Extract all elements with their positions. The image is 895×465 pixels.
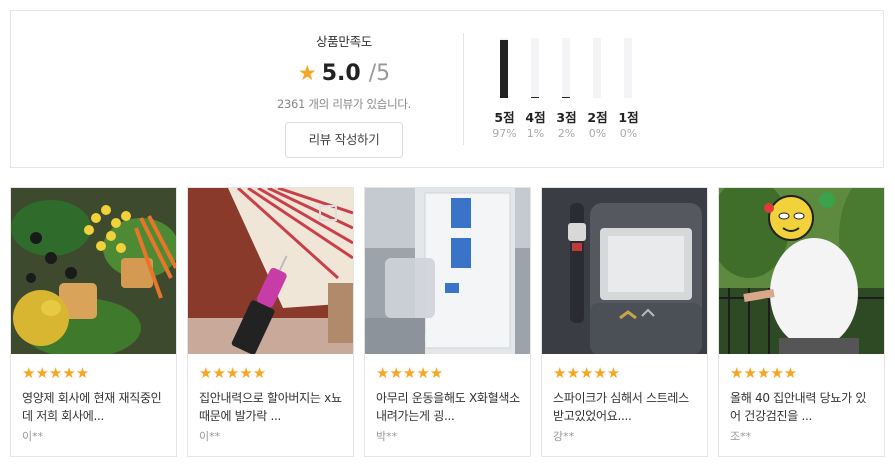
review-text: 영양제 회사에 현재 재직중인데 저희 회사에... — [22, 391, 162, 423]
reviewer-name: 이** — [199, 430, 221, 443]
rating-row-4: 4점 1% — [520, 35, 551, 149]
rating-label: 3점 — [556, 110, 577, 125]
rating-row-1: 1점 0% — [613, 35, 644, 149]
max-score: /5 — [368, 60, 391, 86]
average-score: 5.0 — [321, 60, 361, 86]
review-stars: ★★★★★ — [22, 364, 90, 382]
review-text: 스파이크가 심해서 스트레스 받고있었어요.... — [553, 391, 689, 423]
rating-bar-track — [624, 38, 632, 98]
satisfaction-title: 상품만족도 — [315, 34, 372, 49]
rating-bar-track — [593, 38, 601, 98]
rating-bar-fill — [500, 40, 508, 98]
write-review-button[interactable]: 리뷰 작성하기 — [285, 122, 403, 158]
review-text: 집안내력으로 할아버지는 x뇨때문에 발가락 ... — [199, 391, 342, 423]
reviewer-name: 박** — [376, 430, 398, 443]
review-photo-glucose-meter[interactable] — [542, 188, 707, 354]
review-card[interactable]: ★★★★★ 집안내력으로 할아버지는 x뇨때문에 발가락 ... 이** — [187, 187, 354, 457]
rating-label: 1점 — [618, 110, 639, 125]
rating-row-5: 5점 97% — [489, 35, 520, 149]
rating-percent: 97% — [492, 127, 517, 140]
rating-bar-track — [531, 38, 539, 98]
rating-bar-fill — [531, 97, 539, 98]
reviewer-name: 조** — [730, 430, 752, 443]
review-card[interactable]: ★★★★★ 올해 40 집안내력 당뇨가 있어 건강검진을 ... 조** — [718, 187, 885, 457]
review-stars: ★★★★★ — [553, 364, 621, 382]
divider — [463, 33, 464, 145]
review-count: 2361 개의 리뷰가 있습니다. — [276, 97, 411, 111]
review-stars: ★★★★★ — [730, 364, 798, 382]
score-block: 상품만족도 ★ 5.0 /5 2361 개의 리뷰가 있습니다. 리뷰 작성하기 — [249, 31, 439, 158]
review-photo-person[interactable] — [719, 188, 884, 354]
rating-label: 2점 — [587, 110, 608, 125]
star-icon: ★ — [297, 60, 317, 85]
rating-label: 4점 — [525, 110, 546, 125]
review-photo-supplies[interactable] — [365, 188, 530, 354]
rating-percent: 0% — [588, 127, 607, 140]
rating-percent: 1% — [526, 127, 545, 140]
rating-distribution: 5점 97% 4점 1% 3점 2% 2점 0% 1점 0% — [489, 35, 644, 149]
reviewer-name: 강** — [553, 430, 575, 443]
rating-summary: 상품만족도 ★ 5.0 /5 2361 개의 리뷰가 있습니다. 리뷰 작성하기… — [10, 10, 884, 168]
score-line: ★ 5.0 /5 — [249, 58, 439, 88]
review-text: 아무리 운동을해도 X화혈색소 내려가는게 굉... — [376, 391, 520, 423]
rating-bar-fill — [562, 97, 570, 98]
review-stars: ★★★★★ — [376, 364, 444, 382]
rating-row-3: 3점 2% — [551, 35, 582, 149]
review-photo-salad[interactable] — [11, 188, 176, 354]
rating-bar-track — [562, 38, 570, 98]
rating-bar-track — [500, 38, 508, 98]
review-photo-lancet[interactable] — [188, 188, 353, 354]
review-text: 올해 40 집안내력 당뇨가 있어 건강검진을 ... — [730, 391, 867, 423]
review-card[interactable]: ★★★★★ 영양제 회사에 현재 재직중인데 저희 회사에... 이** — [10, 187, 177, 457]
rating-percent: 0% — [619, 127, 638, 140]
review-card[interactable]: ★★★★★ 스파이크가 심해서 스트레스 받고있었어요.... 강** — [541, 187, 708, 457]
review-stars: ★★★★★ — [199, 364, 267, 382]
review-card[interactable]: ★★★★★ 아무리 운동을해도 X화혈색소 내려가는게 굉... 박** — [364, 187, 531, 457]
photo-review-list: ★★★★★ 영양제 회사에 현재 재직중인데 저희 회사에... 이** ★★★… — [10, 187, 885, 457]
rating-percent: 2% — [557, 127, 576, 140]
rating-label: 5점 — [494, 110, 515, 125]
reviewer-name: 이** — [22, 430, 44, 443]
rating-row-2: 2점 0% — [582, 35, 613, 149]
